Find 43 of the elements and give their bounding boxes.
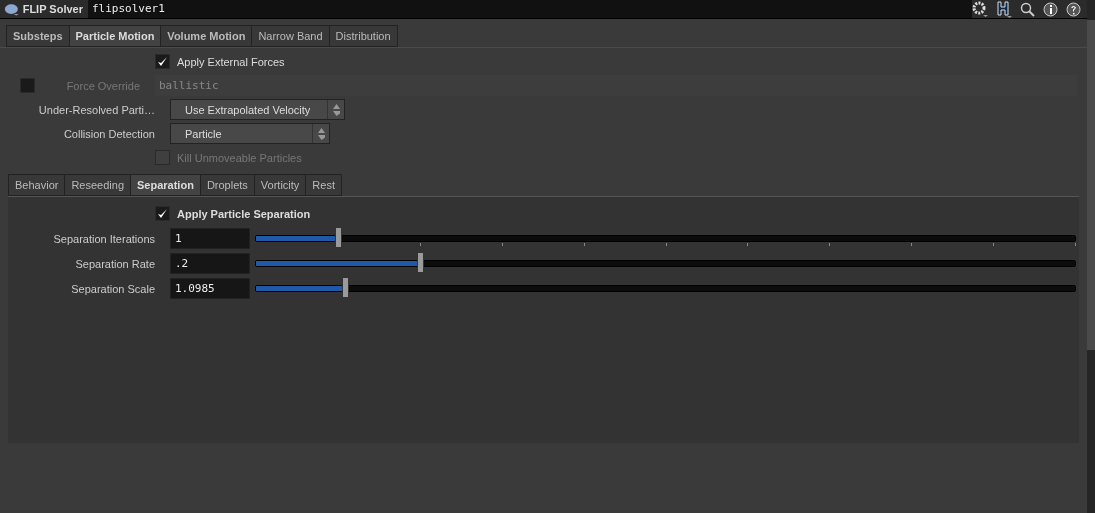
help-h-icon[interactable] (996, 0, 1012, 18)
tab[interactable]: Volume Motion (160, 25, 253, 47)
parameter-label: Under-Resolved Parti… (37, 103, 156, 116)
slider-handle[interactable] (416, 252, 424, 273)
scrollbar-thumb[interactable] (1087, 20, 1095, 350)
parameter-label: Collision Detection (62, 127, 156, 140)
node-name-field[interactable]: flipsolver1 (88, 0, 972, 18)
gear-icon[interactable] (972, 1, 988, 17)
up-down-arrow-icon (332, 103, 340, 116)
parameter-label: Separation Scale (70, 282, 156, 295)
up-down-arrow-icon (317, 127, 325, 140)
node-type-label: FLIP Solver (21, 3, 84, 15)
number-field[interactable]: .2 (170, 253, 250, 274)
number-field[interactable]: 1 (170, 228, 250, 249)
info-icon[interactable] (1043, 1, 1058, 17)
checkbox[interactable] (155, 54, 170, 69)
number-field[interactable]: 1.0985 (170, 278, 250, 299)
tab[interactable]: Narrow Band (251, 25, 330, 47)
dropdown-menu[interactable]: Use Extrapolated Velocity (170, 99, 345, 120)
slider-handle[interactable] (342, 277, 350, 298)
tab[interactable]: Particle Motion (68, 25, 162, 47)
parameter-label: Force Override (65, 79, 141, 92)
tab[interactable]: Separation (130, 174, 201, 196)
search-icon[interactable] (1020, 1, 1035, 17)
help-icon[interactable] (1066, 1, 1081, 17)
checkbox[interactable] (155, 206, 170, 221)
tab[interactable]: Reseeding (64, 174, 131, 196)
parameter-label: Separation Iterations (52, 232, 156, 245)
tab[interactable]: Rest (305, 174, 342, 196)
checkbox-label: Kill Unmoveable Particles (177, 151, 302, 164)
tab[interactable]: Behavior (8, 174, 66, 196)
slider[interactable] (255, 278, 1076, 299)
slider-handle[interactable] (334, 227, 342, 248)
tab[interactable]: Vorticity (253, 174, 307, 196)
slider[interactable] (255, 228, 1076, 249)
tab[interactable]: Droplets (199, 174, 255, 196)
parameter-label: Separation Rate (74, 257, 156, 270)
checkbox-label: Apply External Forces (177, 55, 285, 68)
slider[interactable] (255, 253, 1076, 274)
tab[interactable]: Substeps (6, 25, 70, 47)
checkbox-label: Apply Particle Separation (177, 207, 311, 220)
dropdown-menu[interactable]: Particle (170, 123, 330, 144)
tab[interactable]: Distribution (328, 25, 398, 47)
